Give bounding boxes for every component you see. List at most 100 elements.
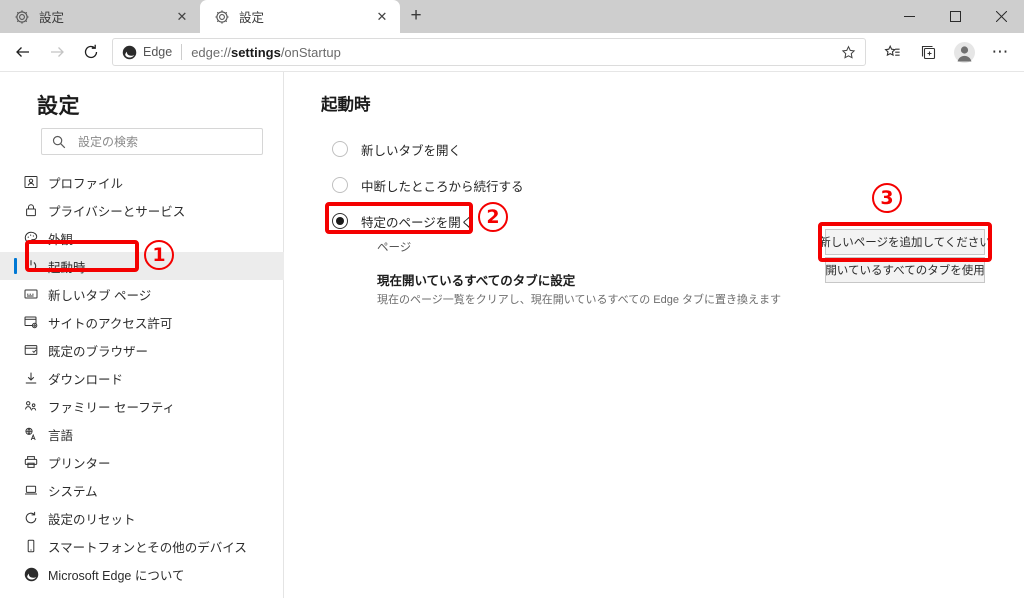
newtab-page-icon: [22, 285, 40, 303]
new-tab-button[interactable]: +: [400, 1, 432, 31]
set-all-tabs-title: 現在開いているすべてのタブに設定: [377, 274, 576, 288]
sidebar-item-printers[interactable]: プリンター: [0, 448, 284, 476]
sidebar-item-label: プライバシーとサービス: [48, 204, 186, 219]
sidebar-item-languages[interactable]: 言語: [0, 420, 284, 448]
family-icon: [22, 397, 40, 415]
sidebar-item-label: 外観: [48, 232, 74, 247]
omnibox-divider: [181, 44, 183, 60]
more-options-button[interactable]: ⋯: [982, 36, 1018, 68]
sidebar-item-profile[interactable]: プロファイル: [0, 168, 284, 196]
radio-indicator: [332, 177, 348, 193]
search-input[interactable]: 設定の検索: [41, 128, 263, 155]
site-permissions-icon: [22, 313, 40, 331]
url-bold: settings: [230, 44, 281, 60]
browser-icon: [22, 341, 40, 359]
printer-icon: [22, 453, 40, 471]
system-icon: [22, 481, 40, 499]
collections-icon[interactable]: [910, 36, 946, 68]
edge-label: Edge: [143, 45, 173, 59]
sidebar-item-system[interactable]: システム: [0, 476, 284, 504]
avatar-icon[interactable]: [946, 36, 982, 68]
refresh-button[interactable]: [74, 36, 108, 68]
sidebar-item-label: 既定のブラウザー: [48, 344, 149, 359]
startup-radio-group: 新しいタブを開く 中断したところから続行する 特定のページを開く: [332, 134, 752, 242]
radio-continue-where-left-off[interactable]: 中断したところから続行する: [332, 170, 752, 200]
section-title: 起動時: [321, 96, 371, 114]
sidebar-item-label: 言語: [48, 428, 74, 443]
sidebar-item-label: Microsoft Edge について: [48, 568, 185, 583]
profile-icon: [22, 173, 40, 191]
star-list-icon[interactable]: [874, 36, 910, 68]
radio-label: 新しいタブを開く: [361, 143, 462, 158]
palette-icon: [22, 229, 40, 247]
lock-icon: [22, 201, 40, 219]
sidebar-item-about-edge[interactable]: Microsoft Edge について: [0, 560, 284, 588]
tab-title: 設定: [39, 11, 65, 25]
page-title: 設定: [37, 95, 80, 118]
window-controls: [886, 0, 1024, 32]
close-button[interactable]: [978, 0, 1024, 32]
sidebar-item-reset-settings[interactable]: 設定のリセット: [0, 504, 284, 532]
sidebar-item-default-browser[interactable]: 既定のブラウザー: [0, 336, 284, 364]
settings-sidebar: 設定 設定の検索 プロファイル プライバシーとサービス 外観 起動時 新しいタブ…: [0, 72, 284, 598]
settings-page: 設定 設定の検索 プロファイル プライバシーとサービス 外観 起動時 新しいタブ…: [0, 71, 1024, 598]
sidebar-item-label: ダウンロード: [48, 372, 124, 387]
sidebar-item-downloads[interactable]: ダウンロード: [0, 364, 284, 392]
radio-label: 中断したところから続行する: [361, 179, 524, 194]
tab-close-button[interactable]: ✕: [372, 7, 392, 27]
edge-logo-icon: [122, 45, 137, 60]
address-bar[interactable]: Edge edge://settings/onStartup: [112, 38, 866, 66]
back-button[interactable]: [6, 36, 40, 68]
gear-icon: [214, 9, 230, 25]
minimize-button[interactable]: [886, 0, 932, 32]
star-icon[interactable]: [837, 41, 859, 63]
radio-label: 特定のページを開く: [361, 215, 474, 230]
browser-tab-2[interactable]: 設定 ✕: [200, 0, 400, 33]
sidebar-item-label: 起動時: [48, 260, 86, 275]
add-new-page-button[interactable]: 新しいページを追加してください: [819, 229, 991, 255]
tab-close-button[interactable]: ✕: [172, 7, 192, 27]
search-icon: [52, 135, 68, 149]
url-text: edge://settings/onStartup: [191, 45, 837, 60]
sidebar-item-label: ファミリー セーフティ: [48, 400, 175, 415]
radio-open-new-tab[interactable]: 新しいタブを開く: [332, 134, 752, 164]
browser-tab-1[interactable]: 設定 ✕: [0, 0, 200, 33]
power-icon: [22, 257, 40, 275]
sidebar-item-label: スマートフォンとその他のデバイス: [48, 540, 247, 555]
language-icon: [22, 425, 40, 443]
url-suffix: /onStartup: [280, 44, 341, 60]
sidebar-item-label: 新しいタブ ページ: [48, 288, 152, 303]
sidebar-item-family-safety[interactable]: ファミリー セーフティ: [0, 392, 284, 420]
settings-content: 起動時 新しいタブを開く 中断したところから続行する 特定のページを開く ページ…: [284, 72, 1024, 598]
tab-title: 設定: [239, 11, 265, 25]
sidebar-item-new-tab-page[interactable]: 新しいタブ ページ: [0, 280, 284, 308]
sidebar-item-phone-other-devices[interactable]: スマートフォンとその他のデバイス: [0, 532, 284, 560]
sidebar-item-privacy[interactable]: プライバシーとサービス: [0, 196, 284, 224]
maximize-button[interactable]: [932, 0, 978, 32]
sidebar-item-site-permissions[interactable]: サイトのアクセス許可: [0, 308, 284, 336]
sidebar-item-on-startup[interactable]: 起動時: [0, 252, 284, 280]
search-placeholder: 設定の検索: [78, 135, 139, 149]
browser-toolbar: Edge edge://settings/onStartup ⋯: [0, 33, 1024, 71]
edge-logo-icon: [22, 565, 40, 583]
pages-label: ページ: [377, 242, 412, 254]
use-all-open-tabs-button[interactable]: 開いているすべてのタブを使用: [825, 257, 985, 283]
page-action-buttons: 新しいページを追加してください 開いているすべてのタブを使用: [819, 229, 991, 283]
radio-indicator: [332, 213, 348, 229]
gear-icon: [14, 9, 30, 25]
sidebar-item-label: システム: [48, 484, 98, 499]
reset-icon: [22, 509, 40, 527]
radio-indicator: [332, 141, 348, 157]
sidebar-nav-list: プロファイル プライバシーとサービス 外観 起動時 新しいタブ ページ サイトの…: [0, 168, 284, 588]
url-prefix: edge://: [191, 44, 231, 60]
edge-badge: Edge: [122, 45, 172, 60]
sidebar-item-appearance[interactable]: 外観: [0, 224, 284, 252]
download-icon: [22, 369, 40, 387]
tab-strip: 設定 ✕ 設定 ✕ +: [0, 0, 1024, 33]
sidebar-item-label: プロファイル: [48, 176, 124, 191]
sidebar-item-label: 設定のリセット: [48, 512, 136, 527]
browser-window: 設定 ✕ 設定 ✕ + Edge edge://settings/onStart…: [0, 0, 1024, 598]
radio-open-specific-pages[interactable]: 特定のページを開く: [332, 206, 752, 236]
forward-button[interactable]: [40, 36, 74, 68]
set-all-tabs-description: 現在のページ一覧をクリアし、現在開いているすべての Edge タブに置き換えます: [377, 294, 782, 306]
